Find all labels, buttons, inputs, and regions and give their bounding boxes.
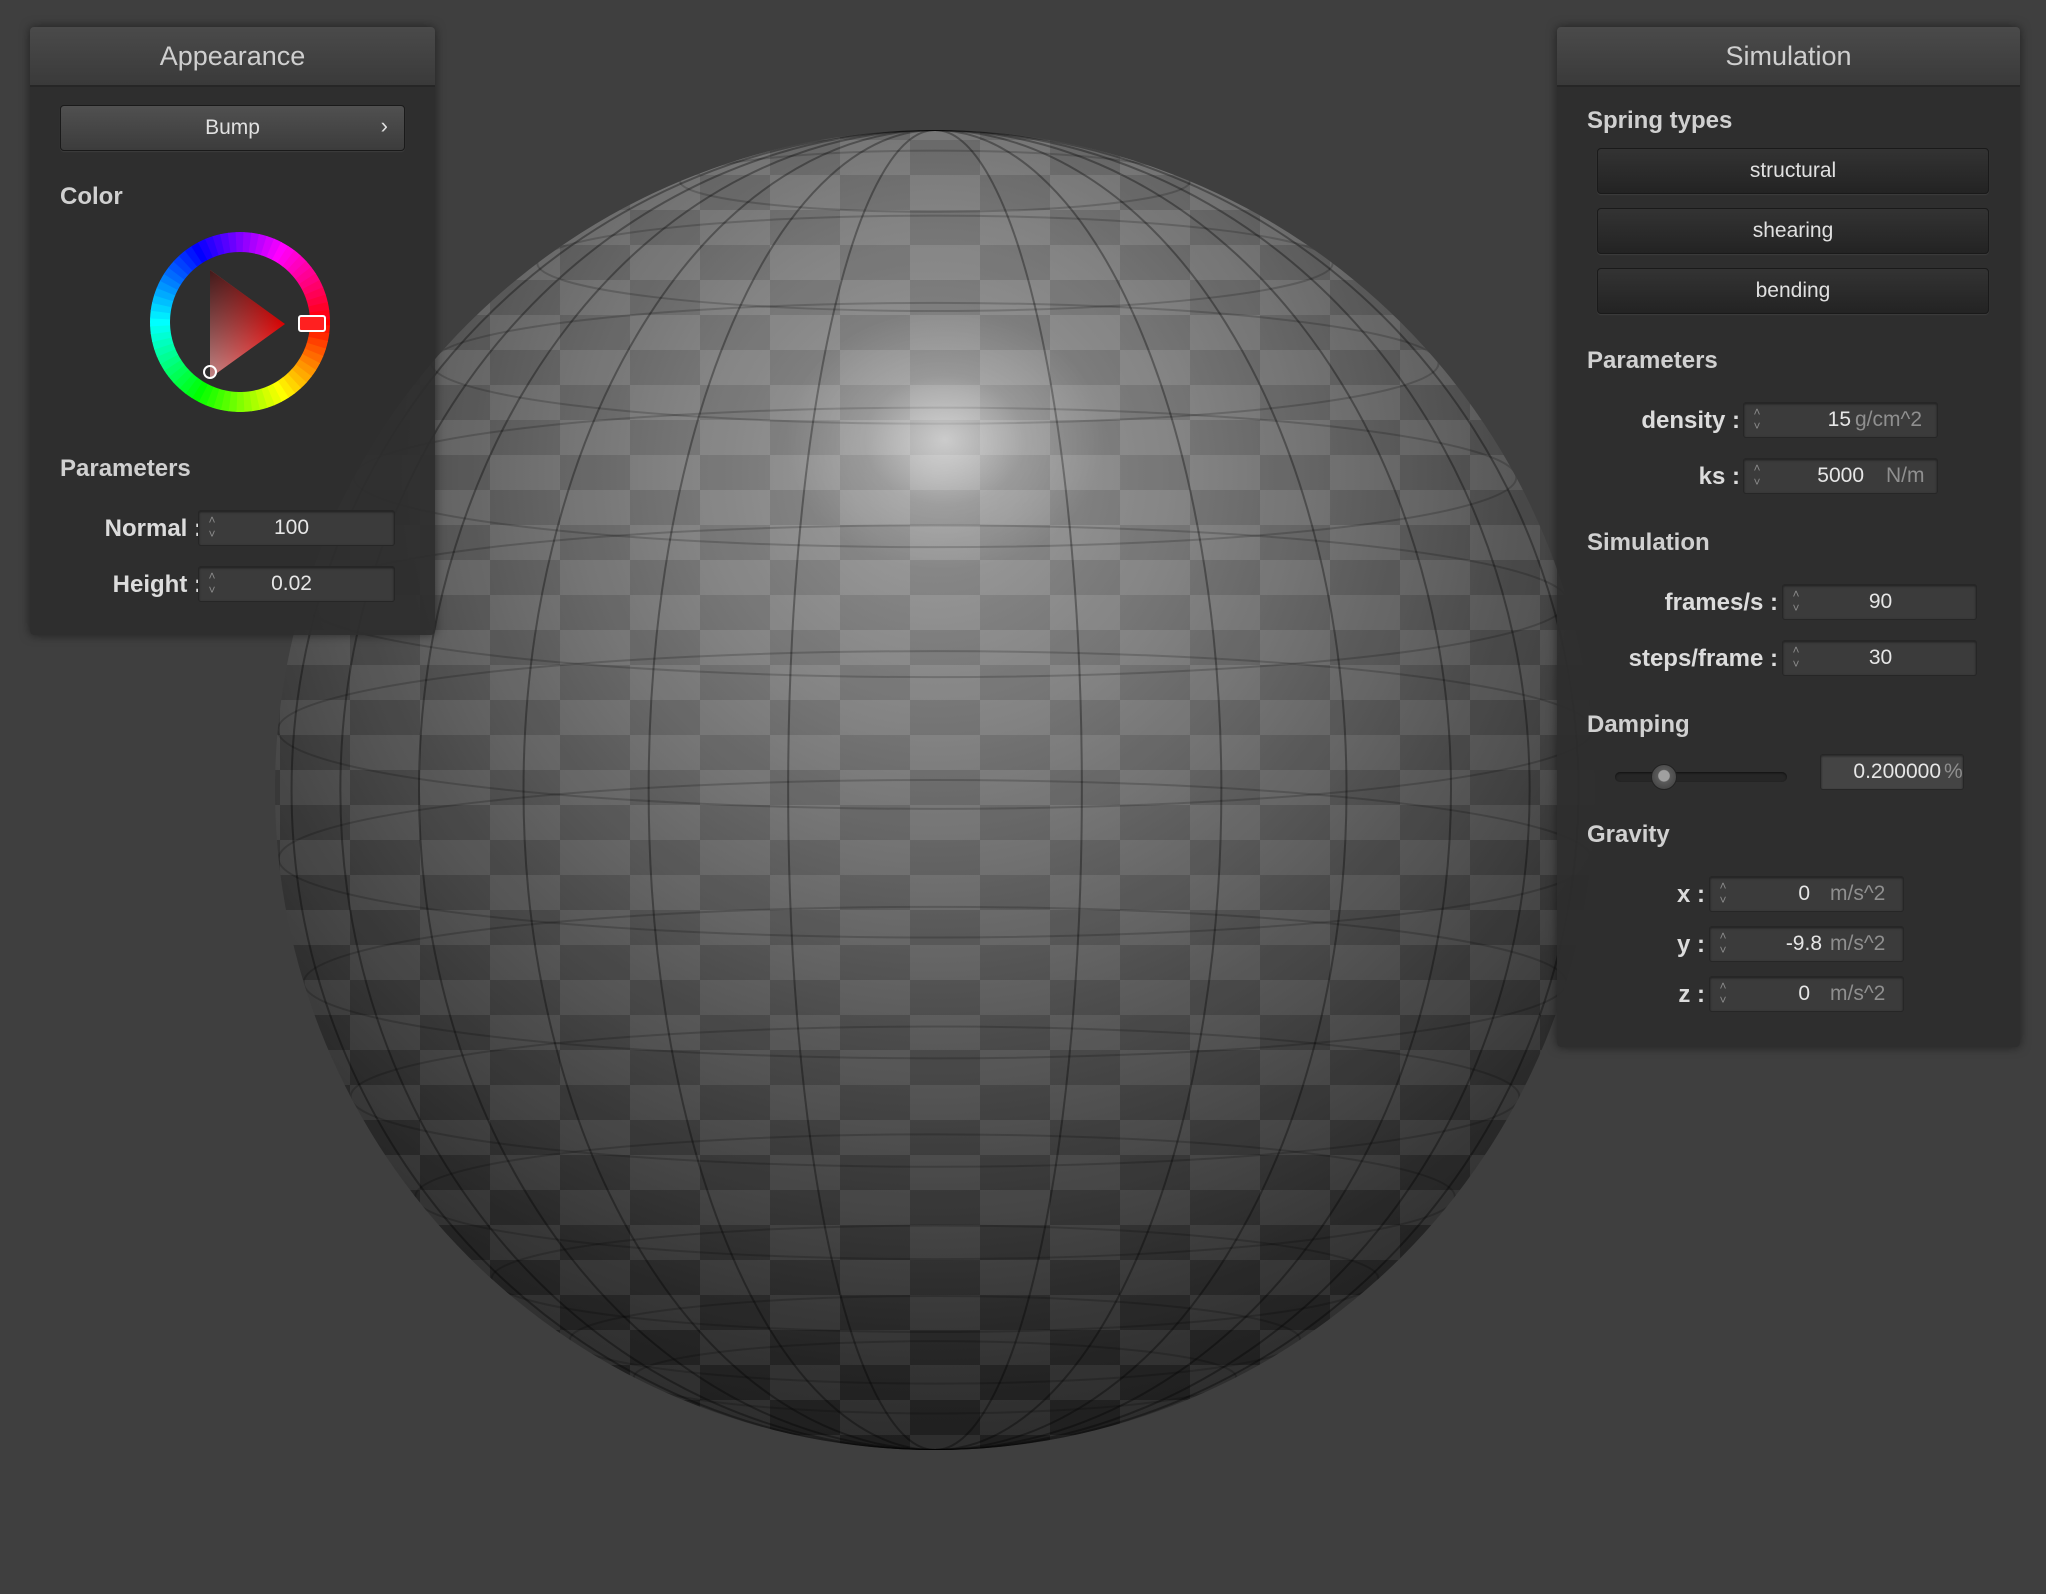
normal-value: 100 bbox=[273, 516, 310, 539]
spring-types-label: Spring types bbox=[1587, 107, 1733, 134]
steps-label: steps/frame : bbox=[1628, 645, 1778, 672]
sim-simulation-label: Simulation bbox=[1587, 529, 1710, 556]
shearing-button[interactable]: shearing bbox=[1597, 208, 1989, 254]
height-label: Height : bbox=[112, 571, 202, 598]
fps-value: 90 bbox=[1868, 590, 1893, 613]
ks-label: ks : bbox=[1698, 463, 1740, 490]
spinner-arrows-icon[interactable]: ˄ ˅ bbox=[1750, 405, 1764, 435]
normal-label: Normal : bbox=[104, 515, 202, 542]
simulation-panel-title: Simulation bbox=[1557, 27, 2020, 87]
spinner-arrows-icon[interactable]: ˄ ˅ bbox=[1789, 587, 1803, 617]
density-value: 15 bbox=[1827, 408, 1851, 431]
ks-value: 5000 bbox=[1817, 464, 1864, 487]
steps-value: 30 bbox=[1868, 646, 1893, 669]
gravity-x-label: x : bbox=[1676, 881, 1705, 908]
spinner-arrows-icon[interactable]: ˄ ˅ bbox=[205, 513, 219, 543]
spinner-arrows-icon[interactable]: ˄ ˅ bbox=[1789, 643, 1803, 673]
appearance-panel-title: Appearance bbox=[30, 27, 435, 87]
damping-value-box[interactable]: 0.200000 % bbox=[1820, 754, 1964, 790]
simulation-panel: Simulation Spring types structural shear… bbox=[1557, 27, 2020, 1047]
gravity-z-value: 0 bbox=[1798, 982, 1810, 1005]
spinner-arrows-icon[interactable]: ˄ ˅ bbox=[1750, 461, 1764, 491]
bump-mode-label: Bump bbox=[205, 116, 260, 139]
spinner-arrows-icon[interactable]: ˄ ˅ bbox=[205, 569, 219, 599]
spinner-arrows-icon[interactable]: ˄ ˅ bbox=[1716, 929, 1730, 959]
ks-spinbox[interactable]: ˄ ˅ 5000 N/m bbox=[1743, 458, 1938, 494]
damping-slider-track bbox=[1615, 772, 1787, 782]
density-unit: g/cm^2 bbox=[1855, 408, 1923, 431]
spinner-arrows-icon[interactable]: ˄ ˅ bbox=[1716, 979, 1730, 1009]
gravity-y-unit: m/s^2 bbox=[1830, 932, 1886, 955]
gravity-z-label: z : bbox=[1678, 981, 1705, 1008]
gravity-z-unit: m/s^2 bbox=[1830, 982, 1886, 1005]
gravity-x-unit: m/s^2 bbox=[1830, 882, 1886, 905]
gravity-z-spinbox[interactable]: ˄ ˅ 0 m/s^2 bbox=[1709, 976, 1904, 1012]
density-label: density : bbox=[1641, 407, 1740, 434]
density-spinbox[interactable]: ˄ ˅ 15 g/cm^2 bbox=[1743, 402, 1938, 438]
color-section-label: Color bbox=[60, 183, 123, 210]
bending-button[interactable]: bending bbox=[1597, 268, 1989, 314]
bump-mode-button[interactable]: Bump › bbox=[60, 105, 405, 151]
structural-button[interactable]: structural bbox=[1597, 148, 1989, 194]
fps-label: frames/s : bbox=[1664, 589, 1778, 616]
gravity-x-value: 0 bbox=[1798, 882, 1810, 905]
chevron-right-icon: › bbox=[380, 113, 388, 138]
ks-unit: N/m bbox=[1886, 464, 1925, 487]
height-spinbox[interactable]: ˄ ˅ 0.02 bbox=[198, 566, 395, 602]
gravity-x-spinbox[interactable]: ˄ ˅ 0 m/s^2 bbox=[1709, 876, 1904, 912]
gravity-y-value: -9.8 bbox=[1785, 932, 1822, 955]
spinner-arrows-icon[interactable]: ˄ ˅ bbox=[1716, 879, 1730, 909]
steps-spinbox[interactable]: ˄ ˅ 30 bbox=[1782, 640, 1977, 676]
gravity-label: Gravity bbox=[1587, 821, 1670, 848]
gravity-y-spinbox[interactable]: ˄ ˅ -9.8 m/s^2 bbox=[1709, 926, 1904, 962]
sv-triangle[interactable] bbox=[210, 270, 285, 378]
damping-slider[interactable] bbox=[1615, 760, 1787, 794]
hue-selector-handle[interactable] bbox=[298, 315, 326, 332]
appearance-panel: Appearance Bump › Color Parameters Norma… bbox=[30, 27, 435, 635]
height-value: 0.02 bbox=[271, 572, 312, 595]
damping-label: Damping bbox=[1587, 711, 1690, 738]
damping-slider-knob[interactable] bbox=[1650, 764, 1677, 790]
sim-parameters-label: Parameters bbox=[1587, 347, 1718, 374]
damping-value: 0.200000 bbox=[1853, 760, 1941, 783]
damping-unit: % bbox=[1944, 760, 1963, 783]
fps-spinbox[interactable]: ˄ ˅ 90 bbox=[1782, 584, 1977, 620]
color-wheel[interactable] bbox=[145, 227, 335, 417]
normal-spinbox[interactable]: ˄ ˅ 100 bbox=[198, 510, 395, 546]
gravity-y-label: y : bbox=[1676, 931, 1705, 958]
appearance-parameters-label: Parameters bbox=[60, 455, 191, 482]
